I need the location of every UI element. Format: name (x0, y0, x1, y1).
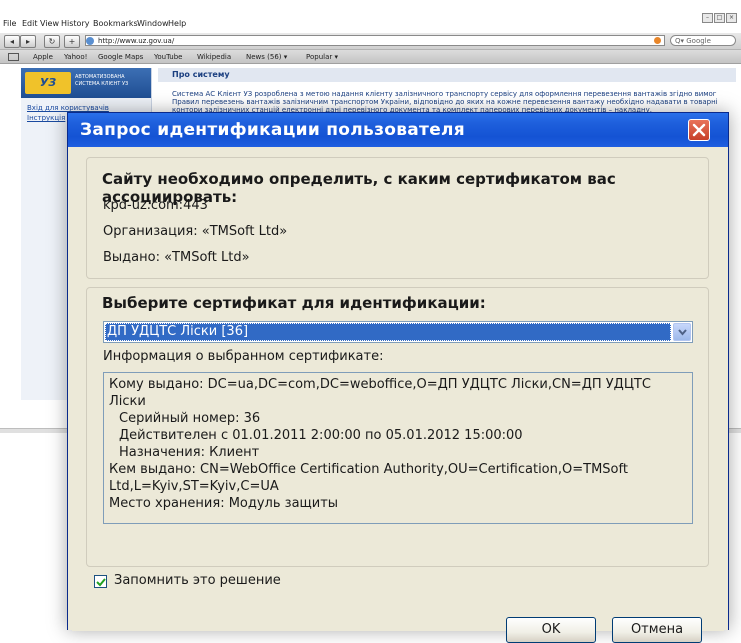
bookmark-news[interactable]: News (56) ▾ (246, 53, 287, 61)
info-issuer: Кем выдано: CN=WebOffice Certification A… (109, 462, 628, 494)
menu-edit[interactable]: Edit (22, 19, 38, 28)
bookmark-yahoo[interactable]: Yahoo! (64, 53, 87, 61)
dialog-body: Сайту необходимо определить, с каким сер… (72, 147, 724, 643)
dropdown-button[interactable] (673, 323, 691, 341)
menu-view[interactable]: View (40, 19, 59, 28)
ok-button[interactable]: OK (506, 617, 596, 643)
site-host: kpd-uz.com:443 (103, 198, 208, 213)
search-placeholder: Google (686, 37, 711, 45)
section-title: Про систему (158, 68, 736, 82)
site-info-group: Сайту необходимо определить, с каким сер… (86, 157, 709, 279)
certificate-select-value: ДП УДЦТС Лiски [36] (105, 323, 671, 341)
instruction-link[interactable]: Інструкція (27, 114, 65, 122)
section-text: Система АС Клієнт УЗ розроблена з метою … (172, 90, 718, 114)
menu-window[interactable]: Window (137, 19, 169, 28)
bookmark-google-maps[interactable]: Google Maps (98, 53, 143, 61)
info-serial: Серийный номер: 36 (119, 411, 261, 426)
rss-icon[interactable] (654, 37, 661, 44)
navigation-toolbar: ◂ ▸ ↻ + http://www.uz.gov.ua/ Q▾ Google (0, 33, 741, 50)
certificate-group: Выберите сертификат для идентификации: Д… (86, 287, 709, 567)
certificate-dialog: Запрос идентификации пользователя Сайту … (67, 112, 729, 643)
add-bookmark-button[interactable]: + (64, 35, 80, 48)
menu-help[interactable]: Help (168, 19, 186, 28)
menu-history[interactable]: History (61, 19, 89, 28)
window-controls: – □ × (701, 4, 737, 23)
close-icon (692, 123, 706, 137)
site-organization: Организация: «TMSoft Ltd» (103, 224, 288, 239)
address-bar[interactable]: http://www.uz.gov.ua/ (85, 35, 665, 46)
logo-text: АВТОМАТИЗОВАНА СИСТЕМА КЛІЄНТ УЗ (75, 74, 129, 87)
close-button[interactable] (688, 119, 710, 141)
bookmarks-icon[interactable] (8, 53, 19, 61)
bookmarks-bar: Apple Yahoo! Google Maps YouTube Wikiped… (0, 50, 741, 64)
back-button[interactable]: ◂ (4, 35, 20, 48)
info-storage: Место хранения: Модуль защиты (109, 496, 339, 511)
remember-checkbox[interactable] (94, 575, 107, 588)
login-link[interactable]: Вхід для користувачів (27, 104, 109, 112)
chevron-down-icon (678, 329, 687, 336)
info-issued-to: Кому выдано: DC=ua,DC=com,DC=weboffice,O… (109, 377, 651, 409)
bookmark-wikipedia[interactable]: Wikipedia (197, 53, 231, 61)
certificate-select[interactable]: ДП УДЦТС Лiски [36] (103, 321, 693, 343)
info-validity: Действителен с 01.01.2011 2:00:00 по 05.… (119, 428, 523, 443)
dialog-titlebar[interactable]: Запрос идентификации пользователя (68, 113, 728, 147)
menu-file[interactable]: File (3, 19, 16, 28)
bookmark-apple[interactable]: Apple (33, 53, 53, 61)
bookmark-popular[interactable]: Popular ▾ (306, 53, 338, 61)
site-issued: Выдано: «TMSoft Ltd» (103, 250, 250, 265)
forward-button[interactable]: ▸ (20, 35, 36, 48)
certificate-heading: Выберите сертификат для идентификации: (102, 294, 486, 312)
bookmark-youtube[interactable]: YouTube (154, 53, 182, 61)
reload-button[interactable]: ↻ (44, 35, 60, 48)
menu-bar: File Edit View History Bookmarks Window … (0, 14, 741, 30)
dialog-title: Запрос идентификации пользователя (80, 120, 466, 140)
site-logo[interactable]: УЗ АВТОМАТИЗОВАНА СИСТЕМА КЛІЄНТ УЗ (21, 68, 151, 98)
remember-label[interactable]: Запомнить это решение (114, 573, 281, 588)
menu-bookmarks[interactable]: Bookmarks (93, 19, 138, 28)
site-icon (86, 37, 94, 45)
logo-mark: УЗ (25, 72, 71, 94)
certificate-info-label: Информация о выбранном сертификате: (103, 349, 384, 364)
info-purposes: Назначения: Клиент (119, 445, 260, 460)
search-input[interactable]: Q▾ Google (670, 35, 736, 46)
checkmark-icon (96, 578, 106, 587)
cancel-button[interactable]: Отмена (612, 617, 702, 643)
certificate-info-box[interactable]: Кому выдано: DC=ua,DC=com,DC=weboffice,O… (103, 372, 693, 524)
